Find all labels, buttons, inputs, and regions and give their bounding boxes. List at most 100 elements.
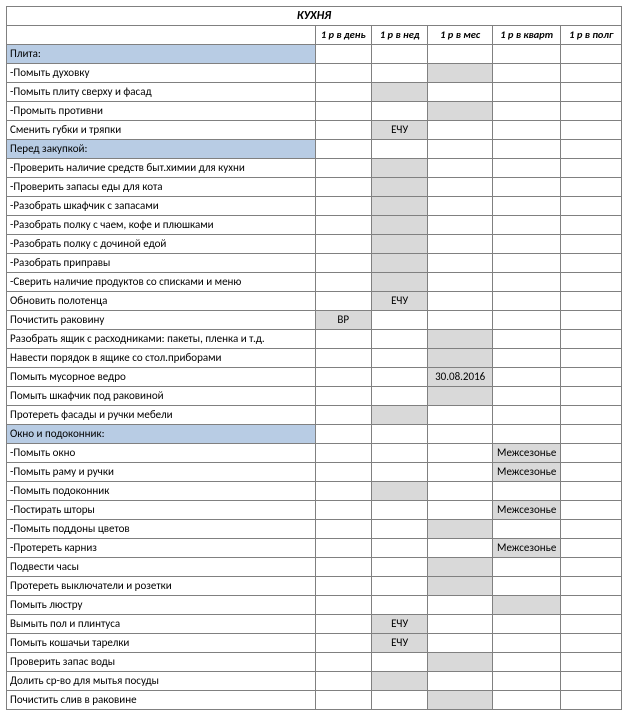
- freq-cell[interactable]: [561, 235, 622, 254]
- freq-cell[interactable]: [315, 672, 371, 691]
- freq-cell[interactable]: [492, 577, 561, 596]
- freq-cell[interactable]: [428, 140, 493, 159]
- freq-cell[interactable]: [315, 482, 371, 501]
- freq-cell[interactable]: [428, 406, 493, 425]
- freq-cell[interactable]: [492, 387, 561, 406]
- freq-cell[interactable]: [561, 368, 622, 387]
- freq-cell[interactable]: [561, 159, 622, 178]
- freq-cell[interactable]: [492, 216, 561, 235]
- freq-cell[interactable]: [371, 197, 427, 216]
- freq-cell[interactable]: [371, 330, 427, 349]
- freq-cell[interactable]: [428, 691, 493, 710]
- freq-cell[interactable]: [315, 235, 371, 254]
- freq-cell[interactable]: [561, 387, 622, 406]
- freq-cell[interactable]: [428, 558, 493, 577]
- freq-cell[interactable]: Межсезонье: [492, 539, 561, 558]
- freq-cell[interactable]: [561, 425, 622, 444]
- freq-cell[interactable]: [492, 254, 561, 273]
- freq-cell[interactable]: [561, 102, 622, 121]
- freq-cell[interactable]: [315, 444, 371, 463]
- freq-cell[interactable]: [371, 387, 427, 406]
- freq-cell[interactable]: [371, 254, 427, 273]
- freq-cell[interactable]: [315, 463, 371, 482]
- freq-cell[interactable]: [428, 634, 493, 653]
- freq-cell[interactable]: [428, 45, 493, 64]
- freq-cell[interactable]: [428, 482, 493, 501]
- freq-cell[interactable]: [561, 406, 622, 425]
- freq-cell[interactable]: [371, 425, 427, 444]
- freq-cell[interactable]: [315, 615, 371, 634]
- freq-cell[interactable]: [315, 64, 371, 83]
- freq-cell[interactable]: [492, 197, 561, 216]
- freq-cell[interactable]: [561, 349, 622, 368]
- freq-cell[interactable]: [315, 121, 371, 140]
- freq-cell[interactable]: [561, 596, 622, 615]
- freq-cell[interactable]: [428, 387, 493, 406]
- freq-cell[interactable]: [492, 64, 561, 83]
- freq-cell[interactable]: [492, 653, 561, 672]
- freq-cell[interactable]: [428, 672, 493, 691]
- freq-cell[interactable]: [315, 577, 371, 596]
- freq-cell[interactable]: [561, 64, 622, 83]
- freq-cell[interactable]: [315, 102, 371, 121]
- freq-cell[interactable]: [371, 672, 427, 691]
- freq-cell[interactable]: [492, 102, 561, 121]
- freq-cell[interactable]: [371, 159, 427, 178]
- freq-cell[interactable]: [561, 311, 622, 330]
- freq-cell[interactable]: Межсезонье: [492, 444, 561, 463]
- freq-cell[interactable]: [492, 140, 561, 159]
- freq-cell[interactable]: 30.08.2016: [428, 368, 493, 387]
- freq-cell[interactable]: [428, 64, 493, 83]
- freq-cell[interactable]: [492, 83, 561, 102]
- freq-cell[interactable]: [371, 558, 427, 577]
- freq-cell[interactable]: [428, 311, 493, 330]
- freq-cell[interactable]: [315, 501, 371, 520]
- freq-cell[interactable]: [492, 159, 561, 178]
- freq-cell[interactable]: [561, 501, 622, 520]
- freq-cell[interactable]: [561, 292, 622, 311]
- freq-cell[interactable]: [315, 330, 371, 349]
- freq-cell[interactable]: [371, 653, 427, 672]
- freq-cell[interactable]: [315, 406, 371, 425]
- freq-cell[interactable]: [428, 83, 493, 102]
- freq-cell[interactable]: [492, 235, 561, 254]
- freq-cell[interactable]: [428, 520, 493, 539]
- freq-cell[interactable]: [371, 368, 427, 387]
- freq-cell[interactable]: [315, 368, 371, 387]
- freq-cell[interactable]: [492, 615, 561, 634]
- freq-cell[interactable]: [315, 83, 371, 102]
- freq-cell[interactable]: [371, 444, 427, 463]
- freq-cell[interactable]: [428, 159, 493, 178]
- freq-cell[interactable]: [428, 596, 493, 615]
- freq-cell[interactable]: [315, 292, 371, 311]
- freq-cell[interactable]: [492, 596, 561, 615]
- freq-cell[interactable]: [371, 178, 427, 197]
- freq-cell[interactable]: [428, 501, 493, 520]
- freq-cell[interactable]: [561, 197, 622, 216]
- freq-cell[interactable]: ЕЧУ: [371, 615, 427, 634]
- freq-cell[interactable]: [428, 273, 493, 292]
- freq-cell[interactable]: [561, 121, 622, 140]
- freq-cell[interactable]: [428, 577, 493, 596]
- freq-cell[interactable]: [492, 558, 561, 577]
- freq-cell[interactable]: [315, 653, 371, 672]
- freq-cell[interactable]: [492, 330, 561, 349]
- freq-cell[interactable]: [371, 235, 427, 254]
- freq-cell[interactable]: [315, 387, 371, 406]
- freq-cell[interactable]: [492, 178, 561, 197]
- freq-cell[interactable]: [315, 425, 371, 444]
- freq-cell[interactable]: [428, 463, 493, 482]
- freq-cell[interactable]: [492, 273, 561, 292]
- freq-cell[interactable]: [371, 216, 427, 235]
- freq-cell[interactable]: [315, 273, 371, 292]
- freq-cell[interactable]: [428, 292, 493, 311]
- freq-cell[interactable]: [492, 672, 561, 691]
- freq-cell[interactable]: [492, 292, 561, 311]
- freq-cell[interactable]: [371, 463, 427, 482]
- freq-cell[interactable]: [371, 691, 427, 710]
- freq-cell[interactable]: [371, 539, 427, 558]
- freq-cell[interactable]: [315, 178, 371, 197]
- freq-cell[interactable]: [371, 520, 427, 539]
- freq-cell[interactable]: [315, 520, 371, 539]
- freq-cell[interactable]: [561, 444, 622, 463]
